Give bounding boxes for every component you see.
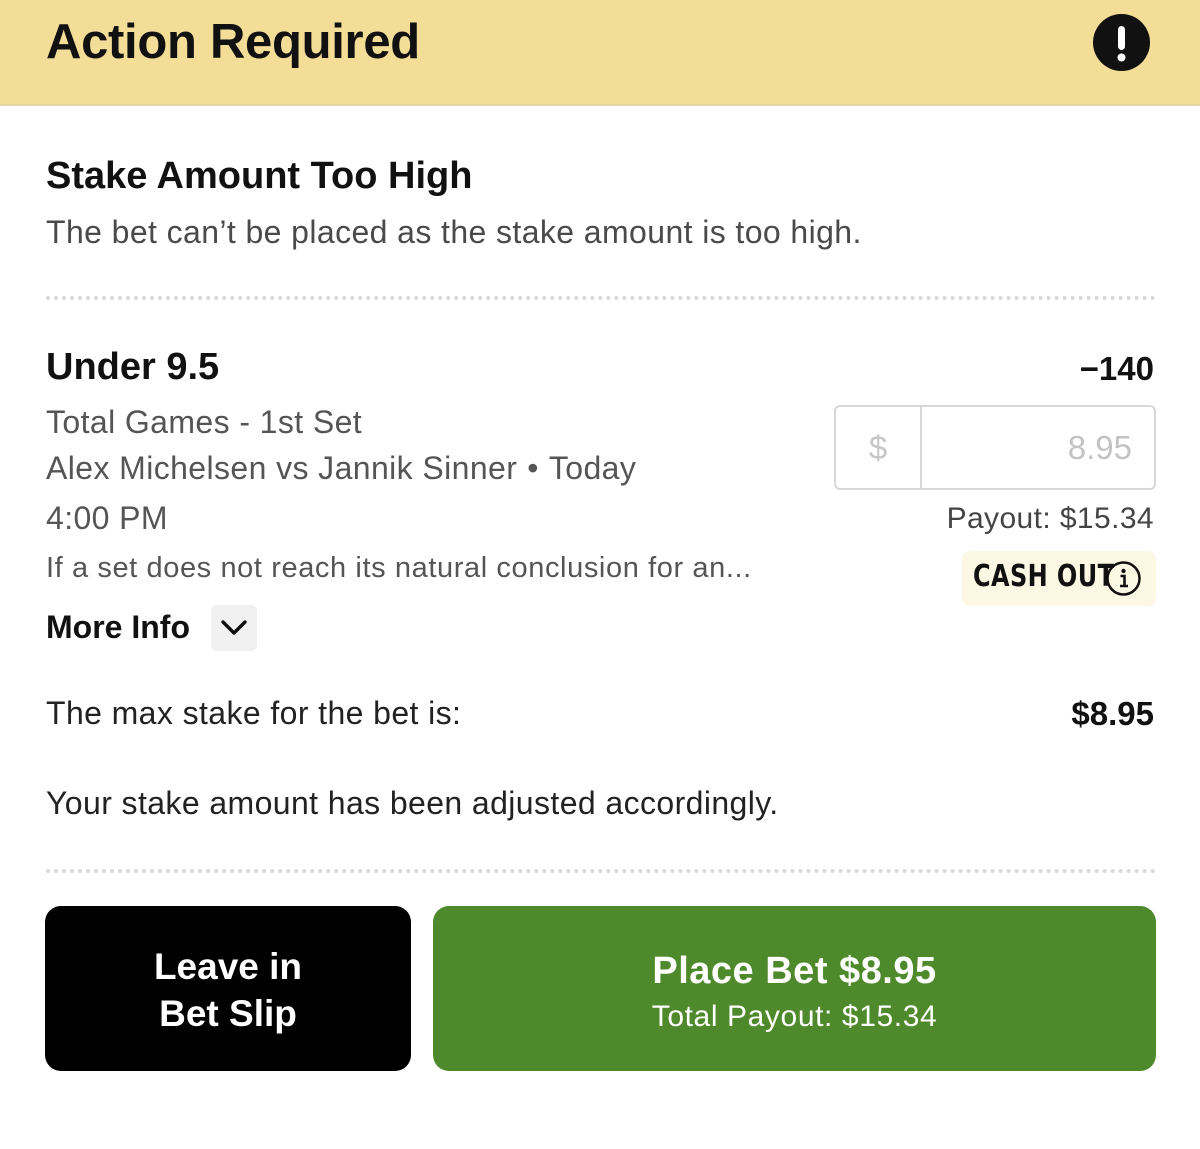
event-day: Today — [548, 450, 637, 486]
leave-button-line2: Bet Slip — [159, 993, 297, 1034]
cash-out-badge[interactable]: CASH OUT — [962, 551, 1156, 606]
stake-input[interactable]: $ 8.95 — [834, 405, 1156, 490]
currency-symbol: $ — [836, 407, 922, 488]
notice-message: The bet can’t be placed as the stake amo… — [46, 214, 862, 250]
rule-excerpt: If a set does not reach its natural conc… — [46, 552, 752, 584]
chevron-down-icon — [221, 620, 247, 635]
selection-name: Under 9.5 — [46, 346, 220, 388]
header-title: Action Required — [46, 15, 420, 69]
alert-exclamation-icon — [1093, 14, 1150, 71]
info-icon[interactable] — [1105, 560, 1142, 597]
place-bet-label: Place Bet $8.95 — [652, 950, 937, 992]
payout-text: Payout: $15.34 — [946, 502, 1154, 535]
stake-adjusted-message: Your stake amount has been adjusted acco… — [46, 785, 779, 821]
notice-title: Stake Amount Too High — [46, 155, 473, 197]
more-info-toggle[interactable]: More Info — [46, 609, 190, 646]
leave-in-bet-slip-button[interactable]: Leave in Bet Slip — [45, 906, 411, 1071]
max-stake-label: The max stake for the bet is: — [46, 695, 462, 731]
cash-out-label: CASH OUT — [973, 559, 1115, 594]
market-name: Total Games - 1st Set — [46, 404, 363, 440]
stake-value[interactable]: 8.95 — [1068, 407, 1132, 488]
selection-odds: −140 — [1079, 350, 1154, 387]
event-time: 4:00 PM — [46, 500, 168, 536]
leave-button-label: Leave in Bet Slip — [45, 943, 411, 1037]
event-line: Alex Michelsen vs Jannik Sinner • Today — [46, 450, 636, 487]
leave-button-line1: Leave in — [153, 946, 303, 987]
more-info-expand-button[interactable] — [211, 605, 257, 651]
place-bet-button[interactable]: Place Bet $8.95 Total Payout: $15.34 — [433, 906, 1156, 1071]
max-stake-value: $8.95 — [1071, 695, 1154, 732]
total-payout-label: Total Payout: $15.34 — [651, 1000, 938, 1033]
separator-dot: • — [527, 450, 539, 486]
action-required-header: Action Required — [0, 0, 1200, 106]
section-divider — [46, 296, 1156, 300]
event-name: Alex Michelsen vs Jannik Sinner — [46, 450, 518, 486]
section-divider — [46, 869, 1156, 873]
